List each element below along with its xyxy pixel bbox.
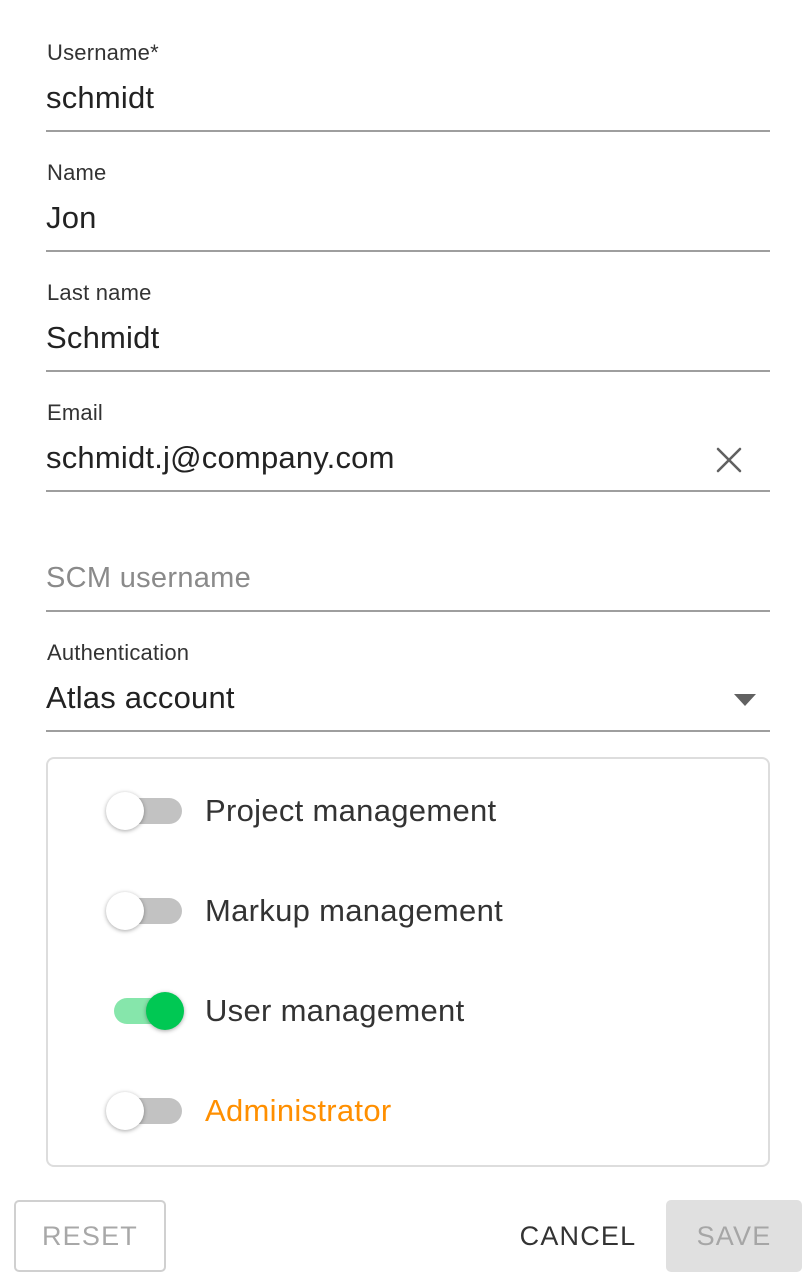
authentication-value[interactable]: Atlas account <box>46 680 235 716</box>
username-input[interactable]: schmidt <box>46 80 154 116</box>
username-field[interactable]: Username* schmidt <box>46 40 770 132</box>
name-label: Name <box>47 160 107 185</box>
toggle-thumb <box>106 792 144 830</box>
user-management-toggle[interactable] <box>106 992 186 1030</box>
project-management-label: Project management <box>205 793 497 828</box>
toggle-thumb <box>106 1092 144 1130</box>
scm-username-field[interactable]: SCM username <box>46 520 770 612</box>
last-name-label: Last name <box>47 280 152 305</box>
arrow-drop-down-icon[interactable] <box>734 694 756 706</box>
role-row-project-management: Project management <box>48 781 768 841</box>
markup-management-label: Markup management <box>205 893 504 928</box>
administrator-label: Administrator <box>205 1093 392 1128</box>
scm-username-placeholder[interactable]: SCM username <box>46 562 251 595</box>
toggle-thumb <box>146 992 184 1030</box>
close-icon[interactable] <box>714 445 744 475</box>
reset-button[interactable]: RESET <box>14 1200 166 1272</box>
role-row-markup-management: Markup management <box>48 881 768 941</box>
email-input[interactable]: schmidt.j@company.com <box>46 440 395 476</box>
last-name-input[interactable]: Schmidt <box>46 320 159 356</box>
toggle-thumb <box>106 892 144 930</box>
email-field[interactable]: Email schmidt.j@company.com <box>46 400 770 492</box>
email-label: Email <box>47 400 104 425</box>
role-row-user-management: User management <box>48 981 768 1041</box>
authentication-label: Authentication <box>47 640 190 665</box>
roles-panel: Project management Markup management Use… <box>46 757 770 1167</box>
administrator-toggle[interactable] <box>106 1092 186 1130</box>
username-label: Username* <box>47 40 159 65</box>
cancel-button[interactable]: CANCEL <box>508 1200 648 1272</box>
project-management-toggle[interactable] <box>106 792 186 830</box>
name-field[interactable]: Name Jon <box>46 160 770 252</box>
role-row-administrator: Administrator <box>48 1081 768 1141</box>
name-input[interactable]: Jon <box>46 200 97 236</box>
save-button[interactable]: SAVE <box>666 1200 802 1272</box>
user-management-label: User management <box>205 993 465 1028</box>
authentication-select[interactable]: Authentication Atlas account <box>46 640 770 732</box>
last-name-field[interactable]: Last name Schmidt <box>46 280 770 372</box>
markup-management-toggle[interactable] <box>106 892 186 930</box>
